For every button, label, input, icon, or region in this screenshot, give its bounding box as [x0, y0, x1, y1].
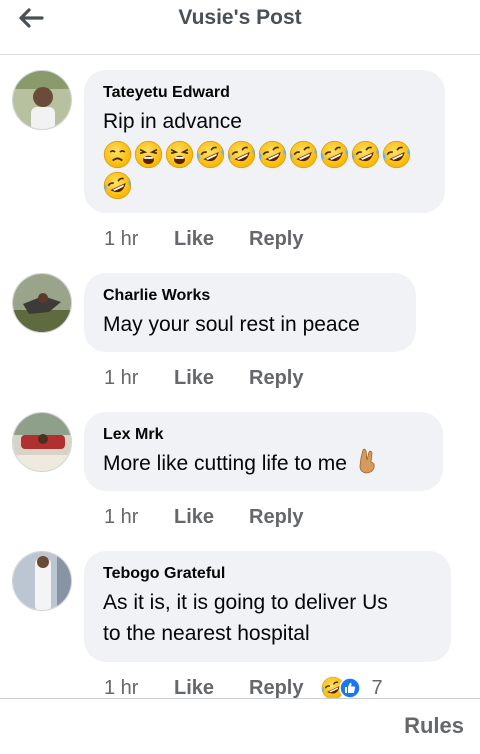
- like-button[interactable]: Like: [174, 228, 249, 251]
- comment-text-content: More like cutting life to me: [103, 452, 347, 475]
- comment-bubble: Charlie Works May your soul rest in peac…: [84, 273, 416, 352]
- rofl-icon: [320, 140, 349, 169]
- rofl-icon: [382, 140, 411, 169]
- crossed-fingers-icon: [359, 448, 375, 474]
- rofl-icon: [258, 140, 287, 169]
- comment-text-line: to the nearest hospital: [103, 622, 310, 645]
- avatar[interactable]: [12, 412, 72, 472]
- comment-text: Rip in advance: [103, 110, 242, 133]
- reaction-summary[interactable]: 7: [321, 676, 383, 700]
- comment-time[interactable]: 1 hr: [104, 367, 174, 390]
- top-bar: Vusie's Post: [0, 0, 480, 55]
- comment-author[interactable]: Lex Mrk: [103, 426, 423, 444]
- footer-bar: Rules: [0, 699, 480, 754]
- comment-actions: 1 hr Like Reply: [104, 503, 303, 531]
- tired-face-icon: [134, 140, 163, 169]
- avatar[interactable]: [12, 70, 72, 130]
- comment-time[interactable]: 1 hr: [104, 506, 174, 529]
- rofl-icon: [289, 140, 318, 169]
- like-reaction-icon: [339, 677, 362, 699]
- comment-text: As it is, it is going to deliver Us to t…: [103, 587, 431, 649]
- comment-author[interactable]: Tebogo Grateful: [103, 565, 431, 583]
- emoji-row: [103, 140, 423, 200]
- comment-text: May your soul rest in peace: [103, 313, 360, 336]
- comment-bubble: Tateyetu Edward Rip in advance: [84, 70, 445, 213]
- comment-bubble: Lex Mrk More like cutting life to me: [84, 412, 443, 491]
- comment-time[interactable]: 1 hr: [104, 228, 174, 251]
- like-button[interactable]: Like: [174, 677, 249, 700]
- rofl-icon: [351, 140, 380, 169]
- avatar[interactable]: [12, 273, 72, 333]
- comment-actions: 1 hr Like Reply: [104, 364, 303, 392]
- avatar[interactable]: [12, 551, 72, 611]
- comment-text: More like cutting life to me: [103, 448, 423, 479]
- reply-button[interactable]: Reply: [249, 228, 303, 251]
- comment-author[interactable]: Charlie Works: [103, 287, 396, 305]
- comment-actions: 1 hr Like Reply: [104, 225, 303, 253]
- like-button[interactable]: Like: [174, 367, 249, 390]
- reply-button[interactable]: Reply: [249, 677, 303, 700]
- tired-face-icon: [165, 140, 194, 169]
- rofl-icon: [103, 171, 132, 200]
- reaction-count: 7: [371, 676, 383, 699]
- weary-face-icon: [103, 140, 132, 169]
- rofl-icon: [227, 140, 256, 169]
- comment-author[interactable]: Tateyetu Edward: [103, 84, 425, 102]
- like-button[interactable]: Like: [174, 506, 249, 529]
- comment-bubble: Tebogo Grateful As it is, it is going to…: [84, 551, 451, 662]
- rofl-icon: [196, 140, 225, 169]
- comment-text-line: As it is, it is going to deliver Us: [103, 591, 388, 614]
- reply-button[interactable]: Reply: [249, 367, 303, 390]
- post-title: Vusie's Post: [178, 6, 302, 29]
- comment-time[interactable]: 1 hr: [104, 677, 174, 700]
- reply-button[interactable]: Reply: [249, 506, 303, 529]
- rules-link[interactable]: Rules: [404, 713, 464, 739]
